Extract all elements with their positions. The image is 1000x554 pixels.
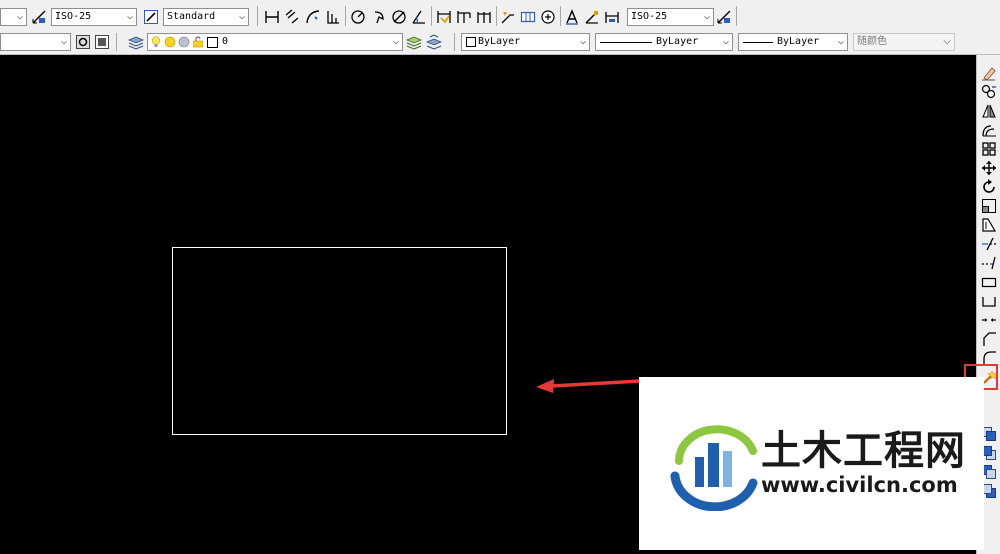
radius-dimension-icon[interactable] bbox=[350, 9, 366, 25]
break-icon[interactable] bbox=[981, 293, 997, 309]
separator bbox=[560, 6, 561, 26]
jogged-dimension-icon[interactable] bbox=[371, 9, 387, 25]
textstyle-combo[interactable]: Standard ⌵ bbox=[163, 8, 249, 26]
separator bbox=[345, 6, 346, 26]
erase-icon[interactable] bbox=[981, 65, 997, 81]
separator bbox=[431, 6, 432, 26]
arc-length-icon[interactable] bbox=[305, 9, 321, 25]
offset-icon[interactable] bbox=[981, 122, 997, 138]
viewport-icon[interactable] bbox=[94, 34, 110, 50]
angular-dimension-icon[interactable] bbox=[411, 9, 427, 25]
toolbar-dimension: ⌵ ISO-25 ⌵ Standard ⌵ ISO-25 ⌵ bbox=[0, 0, 1000, 31]
dimstyle-control-combo[interactable]: ISO-25 ⌵ bbox=[627, 8, 714, 26]
break-at-point-icon[interactable] bbox=[981, 274, 997, 290]
watermark-logo: 土木工程网 www.civilcn.com bbox=[639, 377, 984, 550]
drawn-rectangle[interactable] bbox=[172, 247, 507, 435]
dimension-edit-icon[interactable] bbox=[564, 9, 580, 25]
plotstyle-control-value: 随颜色 bbox=[857, 36, 887, 47]
layer-unlock-icon[interactable] bbox=[192, 36, 204, 48]
aligned-dimension-icon[interactable] bbox=[284, 9, 300, 25]
make-object-layer-current-icon[interactable] bbox=[406, 34, 422, 50]
stretch-icon[interactable] bbox=[981, 217, 997, 233]
layer-previous-icon[interactable] bbox=[426, 34, 442, 50]
textstyle-combo-value: Standard bbox=[167, 11, 216, 22]
layer-name: 0 bbox=[222, 36, 229, 47]
lineweight-control-combo[interactable]: ByLayer ⌵ bbox=[738, 33, 848, 51]
workspace-combo[interactable]: ⌵ bbox=[0, 33, 71, 51]
plotstyle-control-combo: 随颜色 ⌵ bbox=[853, 33, 955, 51]
quick-leader-icon[interactable] bbox=[500, 9, 516, 25]
layer-on-bulb-icon[interactable] bbox=[151, 36, 161, 48]
layer-thaw-sun-icon[interactable] bbox=[164, 36, 176, 48]
trim-icon[interactable] bbox=[981, 236, 997, 252]
layer-viewport-freeze-icon[interactable] bbox=[178, 36, 190, 48]
color-control-value: ByLayer bbox=[478, 36, 521, 47]
lineweight-sample bbox=[743, 42, 773, 43]
scale-icon[interactable] bbox=[981, 198, 997, 214]
array-icon[interactable] bbox=[981, 141, 997, 157]
color-swatch bbox=[466, 37, 476, 47]
dimstyle-combo[interactable]: ISO-25 ⌵ bbox=[51, 8, 137, 26]
layer-combo[interactable]: 0 ⌵ bbox=[147, 33, 403, 51]
baseline-dimension-icon[interactable] bbox=[456, 9, 472, 25]
extend-icon[interactable] bbox=[981, 255, 997, 271]
dimstyle-control-value: ISO-25 bbox=[631, 11, 668, 22]
layer-properties-icon[interactable] bbox=[128, 34, 144, 50]
copy-icon[interactable] bbox=[981, 84, 997, 100]
mirror-icon[interactable] bbox=[981, 103, 997, 119]
separator bbox=[736, 6, 737, 26]
linear-dimension-icon[interactable] bbox=[264, 9, 280, 25]
dimension-update-icon[interactable] bbox=[604, 9, 620, 25]
toolbar-layers-properties: ⌵ 0 ⌵ ByLayer ⌵ ByLayer ⌵ ByLayer ⌵ 随颜色 … bbox=[0, 30, 1000, 55]
dimstyle-manager-icon[interactable] bbox=[716, 9, 732, 25]
color-control-combo[interactable]: ByLayer ⌵ bbox=[461, 33, 590, 51]
separator bbox=[116, 33, 117, 51]
layer-color-swatch bbox=[207, 37, 218, 48]
workspace-combo-partial[interactable]: ⌵ bbox=[0, 8, 27, 26]
dimension-text-edit-icon[interactable] bbox=[584, 9, 600, 25]
textstyle-icon[interactable] bbox=[143, 9, 159, 25]
linetype-control-combo[interactable]: ByLayer ⌵ bbox=[595, 33, 733, 51]
separator bbox=[257, 6, 258, 26]
watermark-name: 土木工程网 bbox=[761, 428, 966, 474]
lineweight-control-value: ByLayer bbox=[777, 36, 820, 47]
separator bbox=[454, 33, 455, 51]
named-views-icon[interactable] bbox=[75, 34, 91, 50]
tolerance-icon[interactable] bbox=[520, 9, 536, 25]
civilcn-logo-icon bbox=[670, 425, 758, 511]
quick-dimension-icon[interactable] bbox=[436, 9, 452, 25]
pointer-arrow bbox=[536, 379, 641, 393]
diameter-dimension-icon[interactable] bbox=[391, 9, 407, 25]
separator bbox=[496, 6, 497, 26]
rotate-icon[interactable] bbox=[981, 179, 997, 195]
chamfer-icon[interactable] bbox=[981, 331, 997, 347]
continue-dimension-icon[interactable] bbox=[476, 9, 492, 25]
join-icon[interactable] bbox=[981, 312, 997, 328]
linetype-control-value: ByLayer bbox=[656, 36, 699, 47]
dimstyle-combo-value: ISO-25 bbox=[55, 11, 92, 22]
watermark-url: www.civilcn.com bbox=[761, 473, 958, 497]
linetype-sample bbox=[600, 42, 652, 43]
move-icon[interactable] bbox=[981, 160, 997, 176]
center-mark-icon[interactable] bbox=[540, 9, 556, 25]
dimstyle-icon[interactable] bbox=[31, 9, 47, 25]
ordinate-dimension-icon[interactable] bbox=[325, 9, 341, 25]
